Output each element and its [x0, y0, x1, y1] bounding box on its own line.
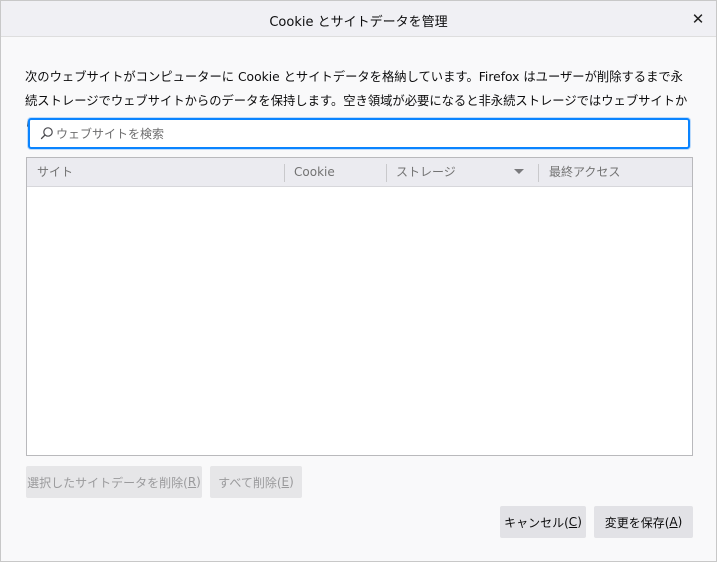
column-header-last-accessed[interactable]: 最終アクセス — [549, 158, 689, 186]
search-icon — [40, 127, 53, 140]
save-label: 変更を保存( — [604, 515, 670, 530]
column-divider[interactable] — [284, 164, 285, 182]
save-label-end: ) — [677, 515, 683, 529]
column-header-site[interactable]: サイト — [37, 158, 282, 186]
dialog-title: Cookie とサイトデータを管理 — [269, 15, 448, 30]
close-icon: ✕ — [691, 10, 705, 28]
search-box[interactable] — [28, 118, 690, 149]
column-header-cookie[interactable]: Cookie — [294, 158, 384, 186]
search-input[interactable] — [56, 124, 656, 144]
remove-selected-label-end: ) — [196, 475, 201, 489]
table-header: サイト Cookie ストレージ 最終アクセス — [27, 158, 692, 187]
column-header-storage[interactable]: ストレージ — [396, 158, 506, 186]
save-accesskey: A — [669, 515, 678, 529]
column-divider[interactable] — [538, 164, 539, 182]
cancel-accesskey: C — [568, 515, 578, 529]
cookie-manager-dialog: Cookie とサイトデータを管理 ✕ 次のウェブサイトがコンピューターに Co… — [0, 0, 717, 562]
cancel-label-end: ) — [577, 515, 582, 529]
cancel-button[interactable]: キャンセル(C) — [500, 506, 586, 538]
remove-all-label: すべて削除( — [218, 475, 282, 490]
close-button[interactable]: ✕ — [686, 7, 710, 31]
column-divider[interactable] — [386, 164, 387, 182]
save-changes-button[interactable]: 変更を保存(A) — [594, 506, 693, 538]
remove-all-label-end: ) — [289, 475, 294, 489]
cancel-label: キャンセル( — [504, 515, 569, 530]
remove-selected-accesskey: R — [187, 475, 197, 489]
remove-all-accesskey: E — [281, 475, 290, 489]
remove-selected-button[interactable]: 選択したサイトデータを削除(R) — [26, 466, 202, 498]
remove-all-button[interactable]: すべて削除(E) — [210, 466, 302, 498]
sort-descending-icon — [514, 169, 524, 174]
site-data-table[interactable]: サイト Cookie ストレージ 最終アクセス — [26, 157, 693, 456]
title-bar: Cookie とサイトデータを管理 ✕ — [1, 1, 716, 37]
remove-selected-label: 選択したサイトデータを削除( — [27, 475, 188, 490]
